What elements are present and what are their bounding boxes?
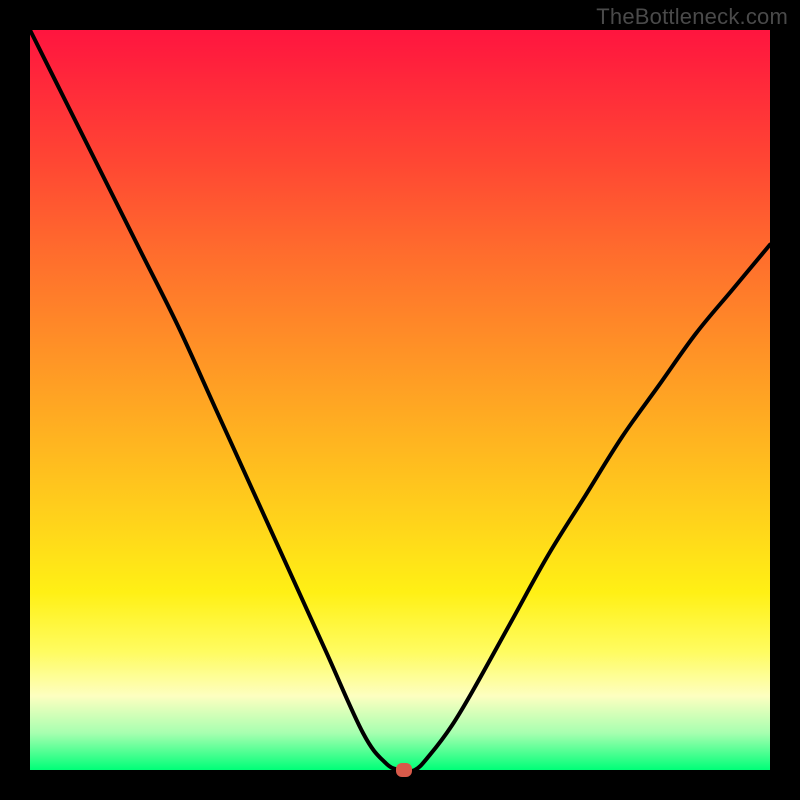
- watermark-label: TheBottleneck.com: [596, 4, 788, 30]
- chart-plot-area: [30, 30, 770, 770]
- curve-line: [30, 30, 770, 772]
- chart-frame: TheBottleneck.com: [0, 0, 800, 800]
- minimum-marker: [396, 763, 412, 777]
- bottleneck-curve: [30, 30, 770, 770]
